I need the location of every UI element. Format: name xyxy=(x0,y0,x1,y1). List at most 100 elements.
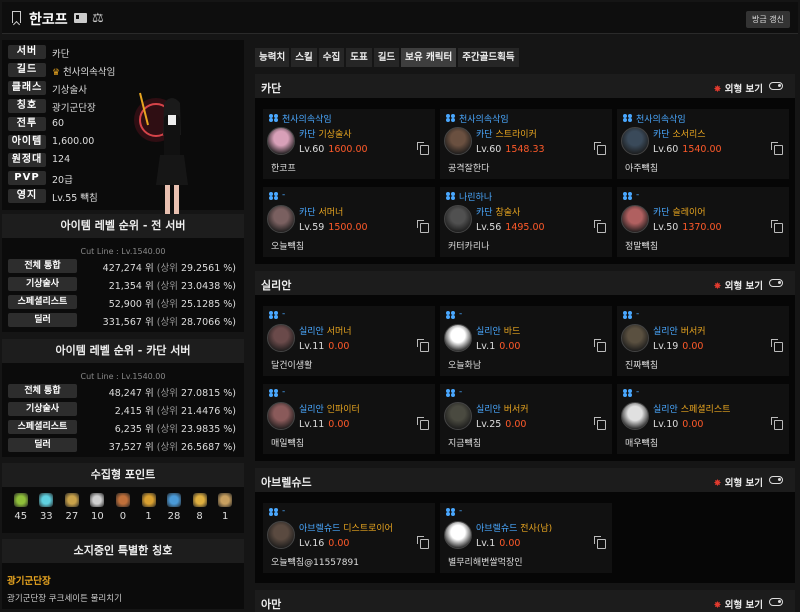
character-card[interactable]: 천사의속삭임 카단 소서리스 Lv.60 1540.00 아주빽침 xyxy=(617,109,789,179)
copy-icon[interactable] xyxy=(594,220,606,233)
rank-value: 6,235 위 (상위 23.9835 %) xyxy=(115,421,236,435)
collect-item[interactable]: 10 xyxy=(86,491,108,522)
character-card[interactable]: 천사의속삭임 카단 기상술사 Lv.60 1600.00 한코프 xyxy=(263,109,435,179)
bookmark-icon[interactable] xyxy=(12,11,21,23)
copy-icon[interactable] xyxy=(417,536,429,549)
tab-6[interactable]: 주간골드획득 xyxy=(458,48,519,67)
profile-value: 광기군단장 xyxy=(52,100,96,114)
cutline: Cut Line : Lv.1540.00 xyxy=(80,372,166,381)
collect-item[interactable]: 1 xyxy=(138,491,160,522)
character-name: 오늘화남 xyxy=(448,361,482,371)
rank-number: 52,900 위 xyxy=(108,299,154,310)
copy-icon[interactable] xyxy=(771,220,783,233)
appearance-toggle[interactable] xyxy=(769,476,783,484)
collect-item[interactable]: 8 xyxy=(189,491,211,522)
rank-row: 스페셜리스트 52,900 위 (상위 25.1285 %) xyxy=(8,294,238,310)
character-card[interactable]: 천사의속삭임 카단 스트라이커 Lv.60 1548.33 공격잘한다 xyxy=(440,109,612,179)
scale-icon[interactable]: ⚖ xyxy=(92,11,104,26)
character-name: 지금빽침 xyxy=(448,439,482,449)
id-card-icon[interactable] xyxy=(74,13,87,23)
character-level: Lv.16 0.00 xyxy=(299,538,349,549)
appearance-toggle[interactable] xyxy=(769,598,783,606)
rank-percent-label: (상위 xyxy=(156,442,178,453)
copy-icon[interactable] xyxy=(417,220,429,233)
profile-value-text: 124 xyxy=(52,154,71,165)
sea-bounty-icon xyxy=(218,493,233,507)
character-server: 실리안 xyxy=(653,327,678,337)
character-card[interactable]: - 실리안 서머너 Lv.11 0.00 달건이생활 xyxy=(263,306,435,376)
copy-icon[interactable] xyxy=(771,339,783,352)
server-section: 아만 외형 보기 xyxy=(255,590,795,612)
collect-item[interactable]: 33 xyxy=(35,491,57,522)
character-card[interactable]: - 실리안 인파이터 Lv.11 0.00 매일빽침 xyxy=(263,384,435,454)
copy-icon[interactable] xyxy=(594,339,606,352)
rank-server-panel: 아이템 레벨 순위 - 카단 서버 Cut Line : Lv.1540.00 … xyxy=(2,339,244,457)
appearance-toggle[interactable] xyxy=(769,279,783,287)
tab-2[interactable]: 수집 xyxy=(318,48,345,67)
guild-name: - xyxy=(459,387,463,397)
level: Lv.60 xyxy=(653,144,679,155)
character-avatar xyxy=(267,127,295,155)
character-card[interactable]: - 실리안 스페셜리스트 Lv.10 0.00 매우빽침 xyxy=(617,384,789,454)
copy-icon[interactable] xyxy=(771,142,783,155)
rank-row: 딜러 331,567 위 (상위 28.7066 %) xyxy=(8,312,238,328)
tab-4[interactable]: 길드 xyxy=(373,48,400,67)
mokoko-seed-icon xyxy=(13,493,28,507)
tab-0[interactable]: 능력치 xyxy=(255,48,290,67)
item-level: 0.00 xyxy=(682,419,704,430)
tab-5[interactable]: 보유 캐릭터 xyxy=(401,48,457,67)
guild-name: - xyxy=(459,506,463,516)
collect-item[interactable]: 45 xyxy=(10,491,32,522)
copy-icon[interactable] xyxy=(594,536,606,549)
rank-number: 48,247 위 xyxy=(108,388,154,399)
collect-count: 45 xyxy=(14,511,28,522)
guild-icon xyxy=(269,114,279,122)
copy-icon[interactable] xyxy=(417,339,429,352)
rank-percent: 29.2561 %) xyxy=(180,263,236,274)
profile-value-text: 카단 xyxy=(52,49,70,60)
class-name: 바드 xyxy=(503,327,521,337)
character-card[interactable]: - 실리안 버서커 Lv.25 0.00 지금빽침 xyxy=(440,384,612,454)
refresh-button[interactable]: 방금 갱신 xyxy=(746,11,790,28)
class-name: 디스트로이어 xyxy=(343,524,393,534)
tab-3[interactable]: 도표 xyxy=(346,48,372,67)
copy-icon[interactable] xyxy=(417,417,429,430)
rank-percent-label: (상위 xyxy=(156,424,178,435)
character-server: 아브렐슈드 xyxy=(476,524,518,534)
guild-icon xyxy=(446,114,456,122)
guild-name: - xyxy=(282,387,286,397)
profile-label: 클래스 xyxy=(8,81,46,95)
character-server: 카단 xyxy=(476,130,493,140)
item-level: 0.00 xyxy=(505,419,527,430)
character-card[interactable]: 나린하나 카단 창술사 Lv.56 1495.00 커터카리나 xyxy=(440,187,612,257)
guild-icon xyxy=(269,508,279,516)
rank-label: 기상술사 xyxy=(8,277,77,291)
character-level: Lv.56 1495.00 xyxy=(476,222,545,233)
tab-1[interactable]: 스킬 xyxy=(291,48,317,67)
character-level: Lv.50 1370.00 xyxy=(653,222,722,233)
character-card[interactable]: - 실리안 바드 Lv.1 0.00 오늘화남 xyxy=(440,306,612,376)
guild-name: 천사의속삭임 xyxy=(459,115,509,125)
collect-item[interactable]: 27 xyxy=(61,491,83,522)
copy-icon[interactable] xyxy=(594,142,606,155)
profile-label: 원정대 xyxy=(8,153,46,167)
character-card[interactable]: - 카단 서머너 Lv.59 1500.00 오늘빽침 xyxy=(263,187,435,257)
character-card[interactable]: - 카단 슬레이어 Lv.50 1370.00 정말빽침 xyxy=(617,187,789,257)
character-server: 실리안 xyxy=(299,327,324,337)
copy-icon[interactable] xyxy=(417,142,429,155)
collect-item[interactable]: 28 xyxy=(163,491,185,522)
appearance-toggle[interactable] xyxy=(769,82,783,90)
collect-item[interactable]: 0 xyxy=(112,491,134,522)
copy-icon[interactable] xyxy=(594,417,606,430)
profile-value-text: 광기군단장 xyxy=(52,103,96,114)
rank-number: 331,567 위 xyxy=(102,317,154,328)
copy-icon[interactable] xyxy=(771,417,783,430)
character-card[interactable]: - 실리안 버서커 Lv.19 0.00 진짜빽침 xyxy=(617,306,789,376)
character-card[interactable]: - 아브렐슈드 전사(남) Lv.1 0.00 별무리해변쌀먹장인 xyxy=(440,503,612,573)
rank-value: 48,247 위 (상위 27.0815 %) xyxy=(109,385,236,399)
collect-item[interactable]: 1 xyxy=(214,491,236,522)
tab-bar: 능력치 스킬 수집 도표 길드 보유 캐릭터 주간골드획득 xyxy=(255,48,519,67)
class-name: 스트라이커 xyxy=(495,130,537,140)
server-section: 실리안외형 보기-실리안 서머너Lv.110.00달건이생활-실리안 바드Lv.… xyxy=(255,271,795,461)
character-card[interactable]: - 아브렐슈드 디스트로이어 Lv.16 0.00 오늘빽침@11557891 xyxy=(263,503,435,573)
